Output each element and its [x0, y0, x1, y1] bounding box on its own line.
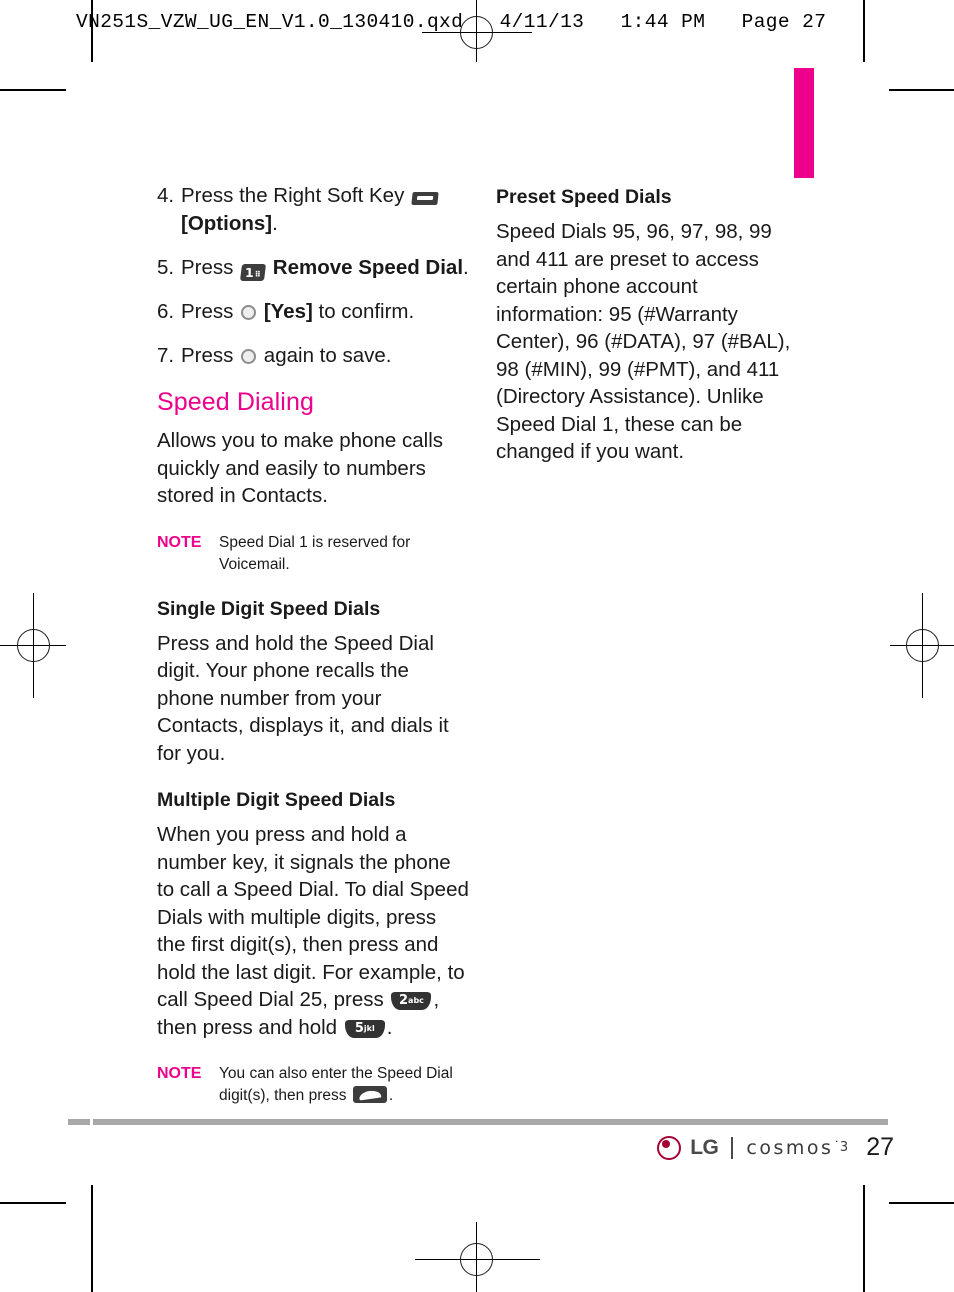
key-2-digit: 2 [399, 993, 409, 1008]
send-key-icon [352, 1086, 387, 1103]
body-part-1: When you press and hold a number key, it… [157, 823, 469, 1011]
lg-logo-icon [657, 1135, 682, 1160]
single-digit-speed-dials-heading: Single Digit Speed Dials [157, 597, 381, 620]
instruction-step-4: 4. Press the Right Soft Key [Options]. [157, 182, 469, 238]
speed-dialing-intro: Allows you to make phone calls quickly a… [157, 429, 444, 507]
step-bold-text: [Options] [181, 212, 273, 235]
page-number: 27 [866, 1133, 894, 1161]
note-enter-speed-dial: NOTE You can also enter the Speed Dial d… [157, 1063, 469, 1107]
page-footer: LG cosmos˙3 27 [657, 1133, 894, 1162]
step-text: Press the Right Soft Key [181, 184, 405, 207]
step-bold-text: [Yes] [263, 300, 313, 323]
note-label: NOTE [157, 1065, 202, 1082]
key-1-icon: 1⠿ [240, 264, 267, 281]
product-name-text: cosmos˙3 [746, 1137, 848, 1159]
page-content: 4. Press the Right Soft Key [Options]. 5.… [0, 0, 954, 1292]
preset-speed-dials-heading: Preset Speed Dials [496, 186, 672, 208]
instruction-step-5: 5. Press 1⠿ Remove Speed Dial. [157, 254, 469, 282]
step-tail-text: . [463, 256, 469, 279]
instruction-step-7: 7. Press again to save. [157, 342, 469, 370]
key-2-abc-icon: 2abc [391, 992, 432, 1010]
note-text: You can also enter the Speed Dial digit(… [219, 1063, 469, 1107]
step-bold-text: Remove Speed Dial [272, 256, 464, 279]
step-tail-text: to confirm. [312, 300, 415, 323]
step-text: Press [181, 300, 234, 323]
step-number: 5. [157, 256, 175, 279]
speed-dialing-heading: Speed Dialing [157, 388, 314, 416]
multiple-digit-speed-dials-heading: Multiple Digit Speed Dials [157, 789, 396, 811]
step-number: 7. [157, 344, 175, 367]
key-5-letters: jkl [363, 1023, 375, 1033]
step-text: Press [181, 344, 234, 367]
key-5-jkl-icon: 5jkl [344, 1019, 385, 1038]
note-text: Speed Dial 1 is reserved for Voicemail. [219, 533, 411, 573]
preset-speed-dials-body: Speed Dials 95, 96, 97, 98, 99 and 411 a… [496, 220, 791, 463]
note-voicemail: NOTE Speed Dial 1 is reserved for Voicem… [157, 532, 469, 576]
step-number: 6. [157, 300, 175, 323]
right-column: Preset Speed Dials Speed Dials 95, 96, 9… [496, 182, 801, 470]
step-text: Press [181, 256, 234, 279]
single-digit-speed-dials-body: Press and hold the Speed Dial digit. You… [157, 631, 449, 765]
ok-key-icon [241, 349, 257, 364]
step-tail-text: again to save. [258, 344, 392, 367]
footer-divider [68, 1119, 888, 1125]
lg-brand-text: LG [690, 1135, 719, 1159]
product-name-suffix: ˙3 [833, 1139, 849, 1155]
step-tail-text: . [272, 212, 278, 235]
footer-divider-bar [731, 1136, 734, 1159]
note-text-after: . [388, 1087, 394, 1104]
body-part-3: . [386, 1015, 393, 1039]
note-label: NOTE [157, 533, 202, 551]
note-text-before: You can also enter the Speed Dial digit(… [219, 1065, 453, 1104]
left-column: 4. Press the Right Soft Key [Options]. 5.… [157, 182, 469, 1111]
key-5-digit: 5 [354, 1020, 364, 1036]
product-name: cosmos [746, 1136, 834, 1159]
step-number: 4. [157, 184, 175, 207]
multiple-digit-speed-dials-body: When you press and hold a number key, it… [157, 821, 469, 1041]
instruction-step-6: 6. Press [Yes] to confirm. [157, 298, 469, 326]
ok-key-icon [241, 305, 257, 320]
right-soft-key-icon [411, 192, 439, 205]
key-2-letters: abc [408, 996, 424, 1005]
